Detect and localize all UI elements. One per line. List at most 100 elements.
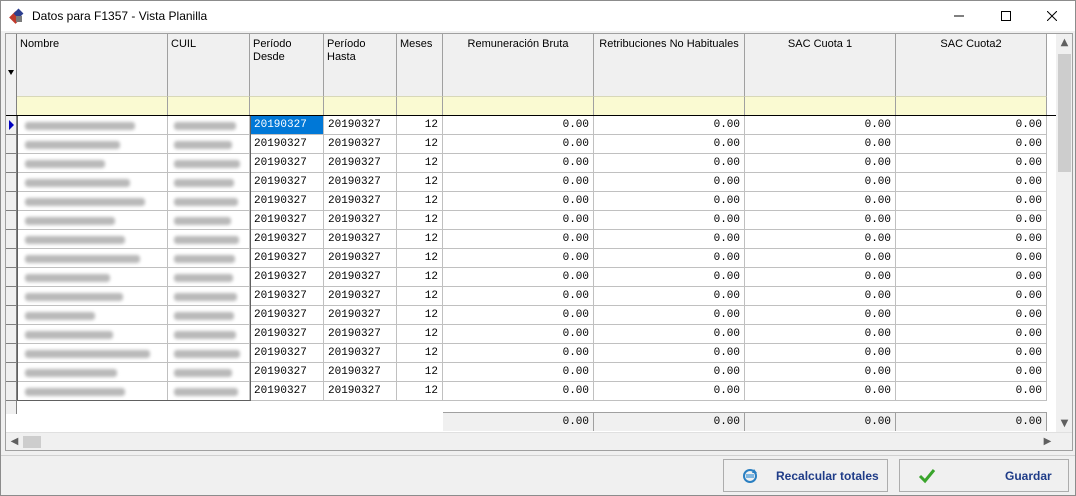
cell-sac1[interactable]: 0.00 [745,211,896,230]
cell-nombre-redacted[interactable] [17,211,168,230]
table-row[interactable]: 20190327 20190327 12 0.00 0.00 0.00 0.00 [6,268,1056,287]
cell-desde[interactable]: 20190327 [250,211,324,230]
cell-hasta[interactable]: 20190327 [324,382,397,401]
cell-sac1[interactable]: 0.00 [745,363,896,382]
cell-nombre-redacted[interactable] [17,135,168,154]
cell-hasta[interactable]: 20190327 [324,154,397,173]
cell-retribuciones[interactable]: 0.00 [594,325,745,344]
horizontal-scrollbar[interactable]: ◀ ▶ [6,432,1072,450]
cell-retribuciones[interactable]: 0.00 [594,135,745,154]
cell-sac2[interactable]: 0.00 [896,192,1047,211]
row-indicator[interactable] [6,268,17,287]
cell-remuneracion[interactable]: 0.00 [443,382,594,401]
cell-sac2[interactable]: 0.00 [896,382,1047,401]
cell-sac1[interactable]: 0.00 [745,230,896,249]
cell-nombre-redacted[interactable] [17,249,168,268]
cell-cuil-redacted[interactable] [168,306,250,325]
cell-desde[interactable]: 20190327 [250,154,324,173]
cell-cuil-redacted[interactable] [168,192,250,211]
filter-cell-sac2[interactable] [896,96,1047,115]
cell-remuneracion[interactable]: 0.00 [443,192,594,211]
spreadsheet-grid[interactable]: Nombre CUIL Período Desde Período Hasta … [5,33,1073,451]
filter-cell-meses[interactable] [397,96,443,115]
cell-desde[interactable]: 20190327 [250,363,324,382]
cell-cuil-redacted[interactable] [168,173,250,192]
vertical-scroll-thumb[interactable] [1058,54,1071,172]
cell-meses[interactable]: 12 [397,344,443,363]
cell-retribuciones[interactable]: 0.00 [594,154,745,173]
row-indicator[interactable] [6,363,17,382]
cell-retribuciones[interactable]: 0.00 [594,173,745,192]
cell-desde[interactable]: 20190327 [250,249,324,268]
cell-desde[interactable]: 20190327 [250,192,324,211]
row-indicator[interactable] [6,306,17,325]
cell-meses[interactable]: 12 [397,192,443,211]
title-bar[interactable]: Datos para F1357 - Vista Planilla [1,1,1075,31]
cell-sac1[interactable]: 0.00 [745,306,896,325]
scroll-right-icon[interactable]: ▶ [1039,433,1056,450]
cell-sac1[interactable]: 0.00 [745,249,896,268]
cell-remuneracion[interactable]: 0.00 [443,306,594,325]
recalcular-totales-button[interactable]: Recalcular totales [723,459,888,492]
cell-retribuciones[interactable]: 0.00 [594,306,745,325]
column-header-cuil[interactable]: CUIL [168,34,250,96]
cell-meses[interactable]: 12 [397,249,443,268]
cell-sac2[interactable]: 0.00 [896,344,1047,363]
cell-cuil-redacted[interactable] [168,211,250,230]
guardar-button[interactable]: Guardar [899,459,1069,492]
table-row[interactable]: 20190327 20190327 12 0.00 0.00 0.00 0.00 [6,344,1056,363]
cell-cuil-redacted[interactable] [168,363,250,382]
cell-retribuciones[interactable]: 0.00 [594,382,745,401]
cell-sac1[interactable]: 0.00 [745,192,896,211]
table-row[interactable]: 20190327 20190327 12 0.00 0.00 0.00 0.00 [6,382,1056,401]
cell-meses[interactable]: 12 [397,173,443,192]
row-indicator[interactable] [6,249,17,268]
cell-hasta[interactable]: 20190327 [324,211,397,230]
cell-sac1[interactable]: 0.00 [745,344,896,363]
cell-remuneracion[interactable]: 0.00 [443,325,594,344]
cell-retribuciones[interactable]: 0.00 [594,363,745,382]
cell-hasta[interactable]: 20190327 [324,344,397,363]
cell-retribuciones[interactable]: 0.00 [594,268,745,287]
cell-sac1[interactable]: 0.00 [745,116,896,135]
table-row[interactable]: 20190327 20190327 12 0.00 0.00 0.00 0.00 [6,135,1056,154]
column-header-periodo-desde[interactable]: Período Desde [250,34,324,96]
cell-cuil-redacted[interactable] [168,344,250,363]
cell-cuil-redacted[interactable] [168,382,250,401]
cell-meses[interactable]: 12 [397,211,443,230]
row-indicator[interactable] [6,211,17,230]
row-indicator[interactable] [6,230,17,249]
table-row[interactable]: 20190327 20190327 12 0.00 0.00 0.00 0.00 [6,230,1056,249]
cell-cuil-redacted[interactable] [168,268,250,287]
cell-hasta[interactable]: 20190327 [324,363,397,382]
row-indicator[interactable] [6,154,17,173]
cell-hasta[interactable]: 20190327 [324,306,397,325]
cell-nombre-redacted[interactable] [17,116,168,135]
row-indicator[interactable] [6,382,17,401]
cell-meses[interactable]: 12 [397,306,443,325]
cell-cuil-redacted[interactable] [168,287,250,306]
filter-cell-retribuciones[interactable] [594,96,745,115]
cell-sac2[interactable]: 0.00 [896,363,1047,382]
cell-remuneracion[interactable]: 0.00 [443,211,594,230]
row-indicator[interactable] [6,192,17,211]
cell-remuneracion[interactable]: 0.00 [443,230,594,249]
cell-retribuciones[interactable]: 0.00 [594,249,745,268]
cell-hasta[interactable]: 20190327 [324,268,397,287]
cell-desde[interactable]: 20190327 [250,268,324,287]
cell-hasta[interactable]: 20190327 [324,325,397,344]
filter-cell-cuil[interactable] [168,96,250,115]
cell-sac1[interactable]: 0.00 [745,135,896,154]
cell-sac2[interactable]: 0.00 [896,230,1047,249]
filter-cell-remuneracion[interactable] [443,96,594,115]
filter-cell-hasta[interactable] [324,96,397,115]
cell-desde[interactable]: 20190327 [250,325,324,344]
cell-nombre-redacted[interactable] [17,230,168,249]
cell-nombre-redacted[interactable] [17,325,168,344]
minimize-button[interactable] [936,1,982,31]
cell-hasta[interactable]: 20190327 [324,135,397,154]
table-row[interactable]: 20190327 20190327 12 0.00 0.00 0.00 0.00 [6,154,1056,173]
cell-desde[interactable]: 20190327 [250,287,324,306]
cell-sac1[interactable]: 0.00 [745,154,896,173]
cell-desde[interactable]: 20190327 [250,116,324,135]
